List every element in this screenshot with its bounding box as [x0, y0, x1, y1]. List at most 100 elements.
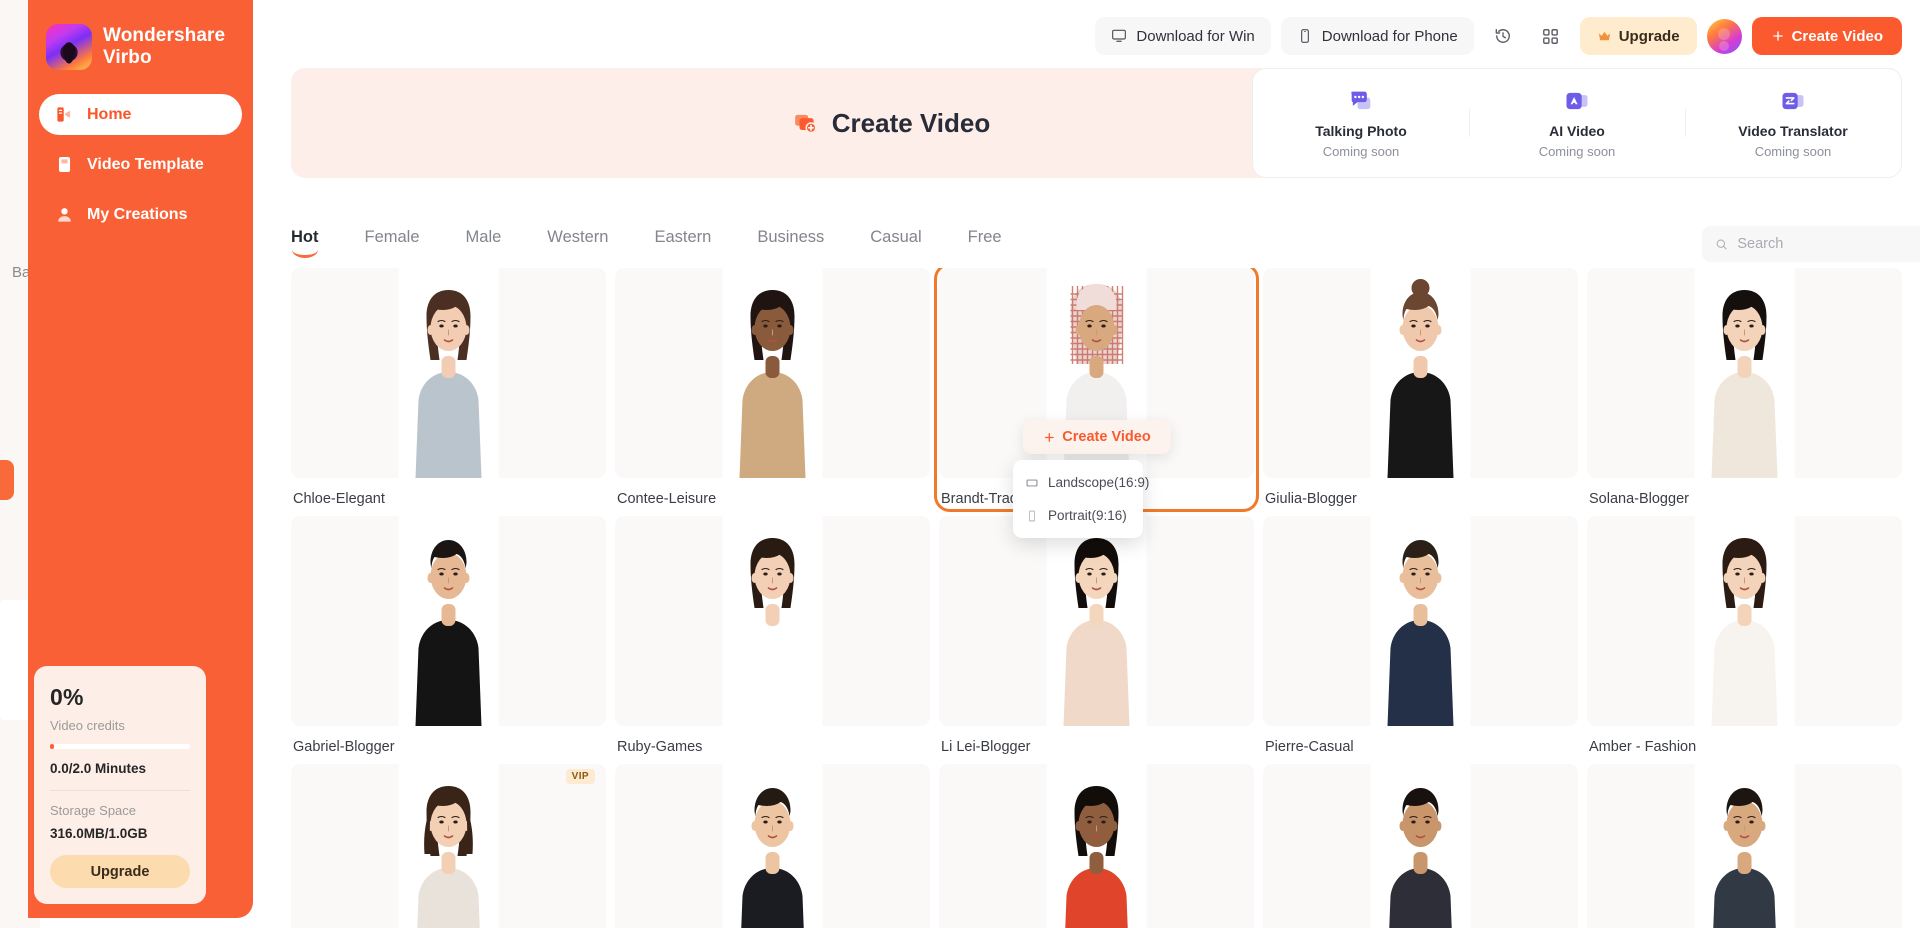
feature-cards: Talking Photo Coming soon AI Video Comin… [1252, 68, 1902, 178]
header-upgrade-button[interactable]: Upgrade [1579, 17, 1697, 55]
sidebar-upgrade-button[interactable]: Upgrade [50, 855, 190, 888]
avatar-figure-icon [1263, 516, 1578, 726]
video-template-icon [58, 156, 71, 173]
avatar-thumbnail[interactable] [615, 764, 930, 928]
avatar-thumbnail[interactable] [1587, 268, 1902, 478]
avatar-name: Gabriel-Blogger [293, 739, 395, 755]
plus-icon [1772, 31, 1783, 41]
avatar-figure-icon [1263, 268, 1578, 478]
avatar-thumbnail[interactable] [615, 516, 930, 726]
avatar-card[interactable]: VIP [291, 764, 606, 928]
storage-value: 316.0MB/1.0GB [50, 826, 148, 841]
ratio-option-portrait[interactable]: Portrait(9:16) [1013, 499, 1143, 532]
feature-subtitle: Coming soon [1538, 144, 1616, 159]
avatar-thumbnail[interactable] [291, 764, 606, 928]
my-creations-icon [58, 208, 71, 222]
tab-hot[interactable]: Hot [291, 228, 345, 258]
tab-casual[interactable]: Casual [870, 228, 947, 247]
avatar-thumbnail[interactable] [939, 516, 1254, 726]
avatar-card[interactable]: Solana-Blogger [1587, 268, 1902, 507]
avatar-card[interactable] [1587, 764, 1902, 928]
feature-title: Talking Photo [1315, 123, 1407, 139]
sidebar-nav: Home Video Template My Creations [28, 94, 253, 235]
header-create-video-button[interactable]: Create Video [1751, 17, 1902, 55]
feature-subtitle: Coming soon [1754, 144, 1832, 159]
feature-video-translator[interactable]: Video Translator Coming soon [1685, 87, 1901, 159]
aspect-ratio-menu: Landscope(16:9) Portrait(9:16) [1013, 460, 1149, 538]
search-box[interactable] [1702, 226, 1920, 262]
header-upgrade-label: Upgrade [1618, 27, 1680, 45]
avatar-thumbnail[interactable] [1263, 268, 1578, 478]
category-tabs: Hot Female Male Western Eastern Business… [291, 228, 1028, 258]
avatar-thumbnail[interactable] [1263, 516, 1578, 726]
avatar-thumbnail[interactable] [291, 516, 606, 726]
sidebar-item-home[interactable]: Home [39, 94, 242, 135]
avatar-card[interactable] [1263, 764, 1578, 928]
avatar-name: Solana-Blogger [1589, 491, 1689, 507]
avatar-name: Giulia-Blogger [1265, 491, 1357, 507]
tab-free[interactable]: Free [968, 228, 1028, 247]
top-toolbar: Download for Win Download for Phone Upgr… [270, 0, 1920, 72]
sidebar: Wondershare Virbo Home Video Template My… [28, 0, 253, 918]
sidebar-item-my-creations[interactable]: My Creations [39, 194, 242, 235]
avatar[interactable] [1706, 18, 1742, 54]
ratio-option-landscape[interactable]: Landscope(16:9) [1013, 466, 1149, 499]
tab-eastern[interactable]: Eastern [654, 228, 737, 247]
ratio-label: Landscope(16:9) [1048, 475, 1150, 490]
tab-female[interactable]: Female [365, 228, 446, 247]
avatar-card[interactable]: Gabriel-Blogger [291, 516, 606, 755]
brand: Wondershare Virbo [28, 0, 253, 70]
avatar-figure-icon [939, 516, 1254, 726]
avatar-thumbnail[interactable] [615, 268, 930, 478]
avatar-card-selected[interactable]: Create Video Brandt-Tradit Landscope(16:… [934, 268, 1259, 538]
tab-western[interactable]: Western [547, 228, 634, 247]
talking-photo-icon [1351, 91, 1371, 110]
avatar-card[interactable] [939, 764, 1254, 928]
search-input[interactable] [1737, 236, 1919, 252]
sidebar-item-video-template[interactable]: Video Template [39, 144, 242, 185]
card-create-label: Create Video [1062, 429, 1151, 445]
avatar-thumbnail[interactable] [1263, 764, 1578, 928]
phone-icon [1300, 29, 1309, 43]
portrait-icon [1029, 509, 1035, 522]
avatar-card[interactable]: Pierre-Casual [1263, 516, 1578, 755]
avatar-figure-icon [615, 516, 930, 726]
avatar-card[interactable]: Amber - Fashion [1587, 516, 1902, 755]
avatar-thumbnail[interactable]: Create Video [939, 268, 1254, 478]
virbo-logo-icon [46, 24, 92, 70]
card-create-video-button[interactable]: Create Video [1022, 420, 1171, 454]
tab-male[interactable]: Male [466, 228, 528, 247]
avatar-figure-icon [615, 268, 930, 478]
crown-icon [1598, 31, 1610, 40]
search-icon [1716, 238, 1727, 249]
avatar-figure-icon [1587, 268, 1902, 478]
download-for-phone-button[interactable]: Download for Phone [1280, 17, 1474, 55]
feature-talking-photo[interactable]: Talking Photo Coming soon [1253, 87, 1469, 159]
avatar-name: Chloe-Elegant [293, 491, 385, 507]
avatar-card[interactable] [615, 764, 930, 928]
apps-grid-icon[interactable] [1532, 17, 1570, 55]
brand-name: Wondershare Virbo [103, 24, 226, 68]
history-icon[interactable] [1484, 17, 1522, 55]
credits-label: Video credits [50, 718, 125, 733]
credits-progress-bar [50, 744, 190, 749]
avatar-card[interactable]: Chloe-Elegant [291, 268, 606, 507]
download-for-win-button[interactable]: Download for Win [1095, 17, 1271, 55]
avatar-card[interactable]: Contee-Leisure [615, 268, 930, 507]
avatar-name: Contee-Leisure [617, 491, 717, 507]
avatar-thumbnail[interactable] [291, 268, 606, 478]
avatar-thumbnail[interactable] [939, 764, 1254, 928]
tab-business[interactable]: Business [757, 228, 850, 247]
avatar-card[interactable]: Giulia-Blogger [1263, 268, 1578, 507]
home-icon [57, 107, 71, 122]
feature-ai-video[interactable]: AI Video Coming soon [1469, 87, 1685, 159]
avatar-card[interactable]: Ruby-Games [615, 516, 930, 755]
avatar-card[interactable]: Li Lei-Blogger [939, 516, 1254, 755]
avatar-figure-icon [1587, 764, 1902, 928]
divider [50, 790, 190, 791]
avatar-thumbnail[interactable] [1587, 764, 1902, 928]
storage-label: Storage Space [50, 803, 137, 818]
credits-minutes: 0.0/2.0 Minutes [50, 761, 147, 776]
avatar-thumbnail[interactable] [1587, 516, 1902, 726]
avatar-figure-icon [1587, 516, 1902, 726]
